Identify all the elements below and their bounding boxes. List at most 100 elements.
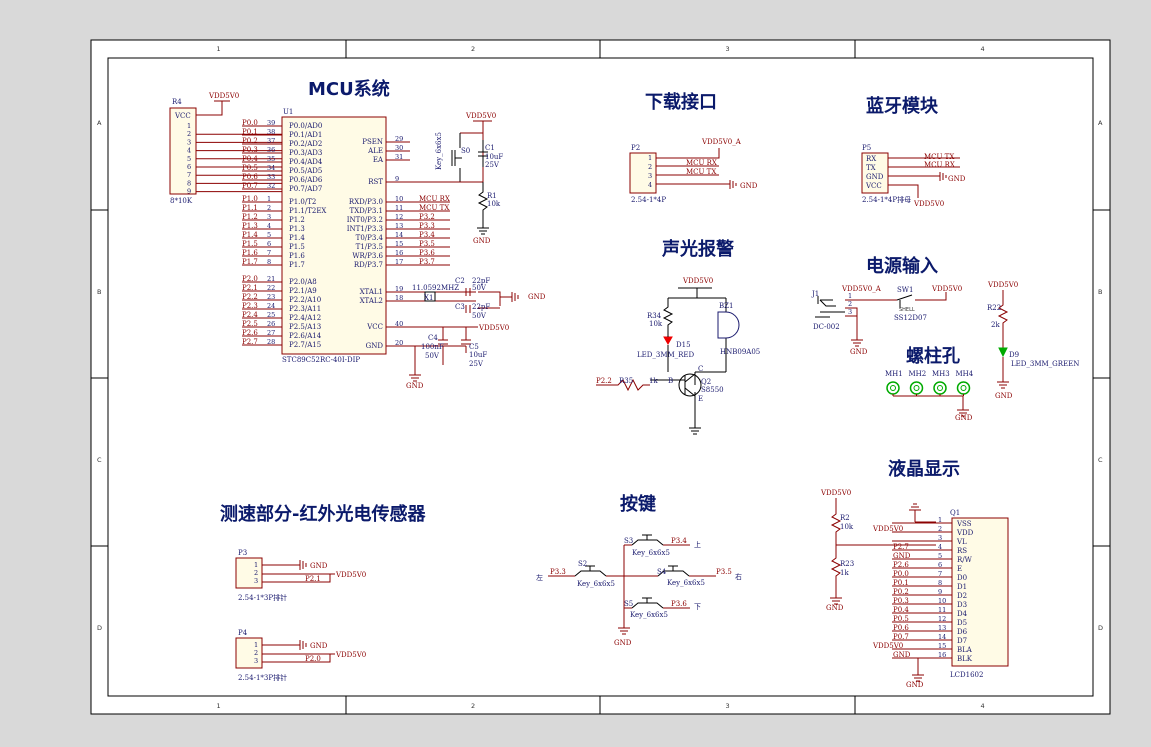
q2-e: E [698,395,703,403]
u1-left-pin: 1 [267,195,271,203]
mh-label: MH2 [909,370,927,378]
u1-left-name: P2.5/A13 [289,323,321,331]
title-keys: 按键 [620,493,656,515]
u1-left-name: P2.1/A9 [289,287,317,295]
lcd-pin-name: D7 [957,637,967,645]
p5-value: 2.54-1*4P排母 [862,195,911,204]
p5-pin-name: RX [866,155,876,163]
u1-left-pin: 7 [267,249,271,257]
u1-left-net: P0.7 [242,182,258,190]
u1-right-pin: 13 [395,222,403,230]
u1-left-net: P2.3 [242,302,258,310]
u1-left-net: P1.5 [242,240,258,248]
u1-right-name: RD/P3.7 [354,261,383,269]
p2-pin-num: 1 [648,154,652,162]
p4-gnd: GND [310,642,328,650]
u1-vcc-net: VDD5V0 [478,324,509,332]
p5-mcu-rx: MCU RX [924,161,955,169]
r23-gnd: GND [826,604,844,612]
u1-left-net: P2.5 [242,320,258,328]
u1-left-name: P2.4/A12 [289,314,321,322]
r4-vdd-net: VDD5V0 [208,92,239,100]
r4-pin-num: 9 [187,188,191,196]
s0-value: Key_6x6x5 [435,132,443,170]
u1-left-name: P0.7/AD7 [289,185,322,193]
mh-label: MH1 [885,370,903,378]
u1-left-name: P0.3/AD3 [289,149,322,157]
r4-ref: R4 [172,98,182,106]
sw1-shell: SHELL [899,307,915,313]
p3-gnd: GND [310,562,328,570]
key-left-net: P3.3 [550,568,566,576]
p4-net: P2.0 [305,655,321,663]
u1-left-pin: 28 [267,338,275,346]
u1-right-pin: 19 [395,285,403,293]
p4-pin-num: 3 [254,657,258,665]
u1-left-net: P2.6 [242,329,258,337]
lcd-pin-net: P2.7 [893,543,909,551]
u1-left-net: P1.0 [242,195,258,203]
u1-right-pin: 9 [395,175,399,183]
p2-ref: P2 [631,144,640,152]
u1-right-name: XTAL2 [360,297,383,305]
lcd-pin-net: GND [893,651,911,659]
lcd-pin-name: R/W [957,556,973,564]
p4-pin-num: 1 [254,641,258,649]
u1-left-name: P1.7 [289,261,305,269]
p5-pin-name: VCC [865,182,882,190]
u1-left-name: P1.5 [289,243,305,251]
u1-left-net: P2.1 [242,284,258,292]
key-up-net: P3.4 [671,537,687,545]
u1-left-pin: 6 [267,240,271,248]
lcd-pin-name: VL [956,538,967,546]
mh-hole [956,381,971,395]
lcd-pin-name: D0 [957,574,967,582]
p5-gnd: GND [948,175,966,183]
u1-left-name: P1.0/T2 [289,198,316,206]
p4-vdd: VDD5V0 [335,651,366,659]
u1-right-name: WR/P3.6 [352,252,383,260]
s3-ref: S3 [624,537,633,545]
u1-left-pin: 38 [267,128,275,136]
u1-right-name: ALE [367,147,383,155]
power-gnd: GND [850,348,868,356]
u1-right-name: T0/P3.4 [356,234,384,242]
lcd-pin-num: 6 [938,561,942,569]
u1-right-name: RXD/P3.0 [349,198,383,206]
key-up-label: 上 [694,540,701,549]
u1-right-net: P3.5 [419,240,435,248]
lcd-pin-num: 16 [938,651,946,659]
d15-value: LED_3MM_RED [637,351,695,359]
lcd-pin-net: P0.6 [893,624,909,632]
c3-ref: C3 [455,303,465,311]
u1-left-pin: 22 [267,284,275,292]
u1-left-name: P0.2/AD2 [289,140,322,148]
key-left-label: 左 [536,573,543,582]
p2-pin-num: 2 [648,163,652,171]
c4-ref: C4 [428,334,438,342]
p2-vdda: VDD5V0_A [701,138,742,146]
grid-row-right: B [1098,288,1102,296]
j1-pin-num: 2 [848,300,852,308]
u1-gnd: GND [406,382,424,390]
u1-left-name: P0.0/AD0 [289,122,322,130]
s5-value: Key_6x6x5 [630,611,668,619]
mh-hole [909,381,924,395]
r1-gnd: GND [473,237,491,245]
lcd-pin-num: 14 [938,633,946,641]
p3-pin-num: 3 [254,577,258,585]
j1-pin-num: 1 [848,292,852,300]
u1-left-net: P1.7 [242,258,258,266]
grid-col-bottom: 3 [726,702,730,710]
u1-right-pin: 10 [395,195,403,203]
title-buzzer: 声光报警 [661,238,734,260]
u1-right-pin: 18 [395,294,403,302]
p2-pin-num: 4 [648,181,652,189]
p3-ref: P3 [238,549,247,557]
grid-col-top: 4 [981,45,985,53]
d9-value: LED_3MM_GREEN [1011,360,1079,368]
u1-part: STC89C52RC-40I-DIP [282,356,360,364]
u1-right-name: INT1/P3.3 [347,225,383,233]
title-bluetooth: 蓝牙模块 [866,95,939,117]
u1-ref: U1 [283,108,293,116]
